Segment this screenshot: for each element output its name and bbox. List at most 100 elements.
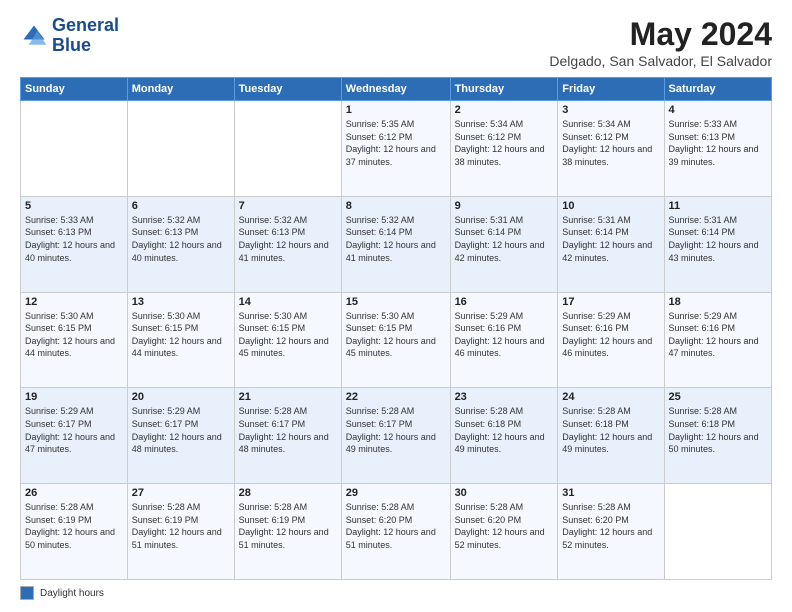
page: General Blue May 2024 Delgado, San Salva…: [0, 0, 792, 612]
day-number: 17: [562, 296, 659, 308]
day-number: 10: [562, 200, 659, 212]
logo-icon: [20, 22, 48, 50]
day-cell: 18 Sunrise: 5:29 AM Sunset: 6:16 PM Dayli…: [664, 292, 771, 388]
day-info: Sunrise: 5:31 AM Sunset: 6:14 PM Dayligh…: [455, 214, 554, 264]
day-info: Sunrise: 5:28 AM Sunset: 6:18 PM Dayligh…: [669, 405, 767, 455]
day-number: 12: [25, 296, 123, 308]
day-cell: 20Sunrise: 5:29 AM Sunset: 6:17 PM Dayli…: [127, 388, 234, 484]
calendar-header: SundayMondayTuesdayWednesdayThursdayFrid…: [21, 78, 772, 101]
day-info: Sunrise: 5:28 AM Sunset: 6:19 PM Dayligh…: [239, 501, 337, 551]
footer: Daylight hours: [20, 586, 772, 600]
day-info: Sunrise: 5:28 AM Sunset: 6:18 PM Dayligh…: [562, 405, 659, 455]
header-cell-friday: Friday: [558, 78, 664, 101]
day-cell: 6 Sunrise: 5:32 AM Sunset: 6:13 PM Daylig…: [127, 196, 234, 292]
day-info: Sunrise: 5:30 AM Sunset: 6:15 PM Dayligh…: [25, 310, 123, 360]
day-number: 14: [239, 296, 337, 308]
day-cell: 16Sunrise: 5:29 AM Sunset: 6:16 PM Dayli…: [450, 292, 558, 388]
logo-text: General Blue: [52, 16, 119, 56]
day-info: Sunrise: 5:33 AM Sunset: 6:13 PM Dayligh…: [669, 118, 767, 168]
day-info: Sunrise: 5:28 AM Sunset: 6:19 PM Dayligh…: [25, 501, 123, 551]
day-info: Sunrise: 5:30 AM Sunset: 6:15 PM Dayligh…: [132, 310, 230, 360]
month-title: May 2024: [549, 16, 772, 53]
day-cell: 11Sunrise: 5:31 AM Sunset: 6:14 PM Dayli…: [664, 196, 771, 292]
day-info: Sunrise: 5:29 AM Sunset: 6:16 PM Dayligh…: [562, 310, 659, 360]
day-cell: 5Sunrise: 5:33 AM Sunset: 6:13 PM Daylig…: [21, 196, 128, 292]
day-cell: 7 Sunrise: 5:32 AM Sunset: 6:13 PM Daylig…: [234, 196, 341, 292]
day-cell: 26 Sunrise: 5:28 AM Sunset: 6:19 PM Dayli…: [21, 484, 128, 580]
calendar-body: 1 Sunrise: 5:35 AM Sunset: 6:12 PM Daylig…: [21, 101, 772, 580]
day-info: Sunrise: 5:28 AM Sunset: 6:20 PM Dayligh…: [455, 501, 554, 551]
day-cell: [664, 484, 771, 580]
day-cell: 12 Sunrise: 5:30 AM Sunset: 6:15 PM Dayli…: [21, 292, 128, 388]
day-info: Sunrise: 5:28 AM Sunset: 6:19 PM Dayligh…: [132, 501, 230, 551]
day-info: Sunrise: 5:35 AM Sunset: 6:12 PM Dayligh…: [346, 118, 446, 168]
day-number: 18: [669, 296, 767, 308]
day-info: Sunrise: 5:29 AM Sunset: 6:16 PM Dayligh…: [669, 310, 767, 360]
day-number: 11: [669, 200, 767, 212]
day-number: 1: [346, 104, 446, 116]
day-number: 15: [346, 296, 446, 308]
day-info: Sunrise: 5:33 AM Sunset: 6:13 PM Dayligh…: [25, 214, 123, 264]
day-number: 24: [562, 391, 659, 403]
day-cell: 15 Sunrise: 5:30 AM Sunset: 6:15 PM Dayli…: [341, 292, 450, 388]
day-cell: 24 Sunrise: 5:28 AM Sunset: 6:18 PM Dayli…: [558, 388, 664, 484]
day-info: Sunrise: 5:28 AM Sunset: 6:20 PM Dayligh…: [346, 501, 446, 551]
week-row-3: 19Sunrise: 5:29 AM Sunset: 6:17 PM Dayli…: [21, 388, 772, 484]
week-row-1: 5Sunrise: 5:33 AM Sunset: 6:13 PM Daylig…: [21, 196, 772, 292]
legend-box: [20, 586, 34, 600]
day-info: Sunrise: 5:30 AM Sunset: 6:15 PM Dayligh…: [239, 310, 337, 360]
day-number: 7: [239, 200, 337, 212]
day-cell: 1 Sunrise: 5:35 AM Sunset: 6:12 PM Daylig…: [341, 101, 450, 197]
day-cell: 9 Sunrise: 5:31 AM Sunset: 6:14 PM Daylig…: [450, 196, 558, 292]
day-number: 30: [455, 487, 554, 499]
day-cell: 25Sunrise: 5:28 AM Sunset: 6:18 PM Dayli…: [664, 388, 771, 484]
day-info: Sunrise: 5:34 AM Sunset: 6:12 PM Dayligh…: [562, 118, 659, 168]
day-number: 28: [239, 487, 337, 499]
day-cell: 10Sunrise: 5:31 AM Sunset: 6:14 PM Dayli…: [558, 196, 664, 292]
day-number: 20: [132, 391, 230, 403]
day-info: Sunrise: 5:34 AM Sunset: 6:12 PM Dayligh…: [455, 118, 554, 168]
day-cell: [234, 101, 341, 197]
day-number: 31: [562, 487, 659, 499]
day-number: 13: [132, 296, 230, 308]
day-number: 29: [346, 487, 446, 499]
header-cell-saturday: Saturday: [664, 78, 771, 101]
day-info: Sunrise: 5:28 AM Sunset: 6:20 PM Dayligh…: [562, 501, 659, 551]
day-number: 4: [669, 104, 767, 116]
day-info: Sunrise: 5:28 AM Sunset: 6:17 PM Dayligh…: [346, 405, 446, 455]
day-info: Sunrise: 5:28 AM Sunset: 6:18 PM Dayligh…: [455, 405, 554, 455]
logo-line1: General: [52, 16, 119, 36]
location: Delgado, San Salvador, El Salvador: [549, 53, 772, 69]
day-number: 26: [25, 487, 123, 499]
logo-line2: Blue: [52, 36, 119, 56]
day-cell: 29 Sunrise: 5:28 AM Sunset: 6:20 PM Dayli…: [341, 484, 450, 580]
day-number: 27: [132, 487, 230, 499]
day-number: 23: [455, 391, 554, 403]
legend-label: Daylight hours: [40, 588, 104, 599]
day-cell: 21Sunrise: 5:28 AM Sunset: 6:17 PM Dayli…: [234, 388, 341, 484]
calendar-table: SundayMondayTuesdayWednesdayThursdayFrid…: [20, 77, 772, 580]
header-cell-thursday: Thursday: [450, 78, 558, 101]
day-number: 9: [455, 200, 554, 212]
day-info: Sunrise: 5:32 AM Sunset: 6:13 PM Dayligh…: [132, 214, 230, 264]
day-number: 6: [132, 200, 230, 212]
day-info: Sunrise: 5:32 AM Sunset: 6:14 PM Dayligh…: [346, 214, 446, 264]
day-cell: 2 Sunrise: 5:34 AM Sunset: 6:12 PM Daylig…: [450, 101, 558, 197]
day-number: 21: [239, 391, 337, 403]
day-number: 19: [25, 391, 123, 403]
day-cell: 23 Sunrise: 5:28 AM Sunset: 6:18 PM Dayli…: [450, 388, 558, 484]
header-row: SundayMondayTuesdayWednesdayThursdayFrid…: [21, 78, 772, 101]
day-info: Sunrise: 5:30 AM Sunset: 6:15 PM Dayligh…: [346, 310, 446, 360]
day-cell: 14 Sunrise: 5:30 AM Sunset: 6:15 PM Dayli…: [234, 292, 341, 388]
day-cell: 31 Sunrise: 5:28 AM Sunset: 6:20 PM Dayli…: [558, 484, 664, 580]
day-number: 3: [562, 104, 659, 116]
header-cell-monday: Monday: [127, 78, 234, 101]
day-info: Sunrise: 5:32 AM Sunset: 6:13 PM Dayligh…: [239, 214, 337, 264]
week-row-4: 26 Sunrise: 5:28 AM Sunset: 6:19 PM Dayli…: [21, 484, 772, 580]
day-number: 2: [455, 104, 554, 116]
day-number: 8: [346, 200, 446, 212]
week-row-0: 1 Sunrise: 5:35 AM Sunset: 6:12 PM Daylig…: [21, 101, 772, 197]
day-cell: 4 Sunrise: 5:33 AM Sunset: 6:13 PM Daylig…: [664, 101, 771, 197]
header-cell-sunday: Sunday: [21, 78, 128, 101]
day-cell: 19Sunrise: 5:29 AM Sunset: 6:17 PM Dayli…: [21, 388, 128, 484]
